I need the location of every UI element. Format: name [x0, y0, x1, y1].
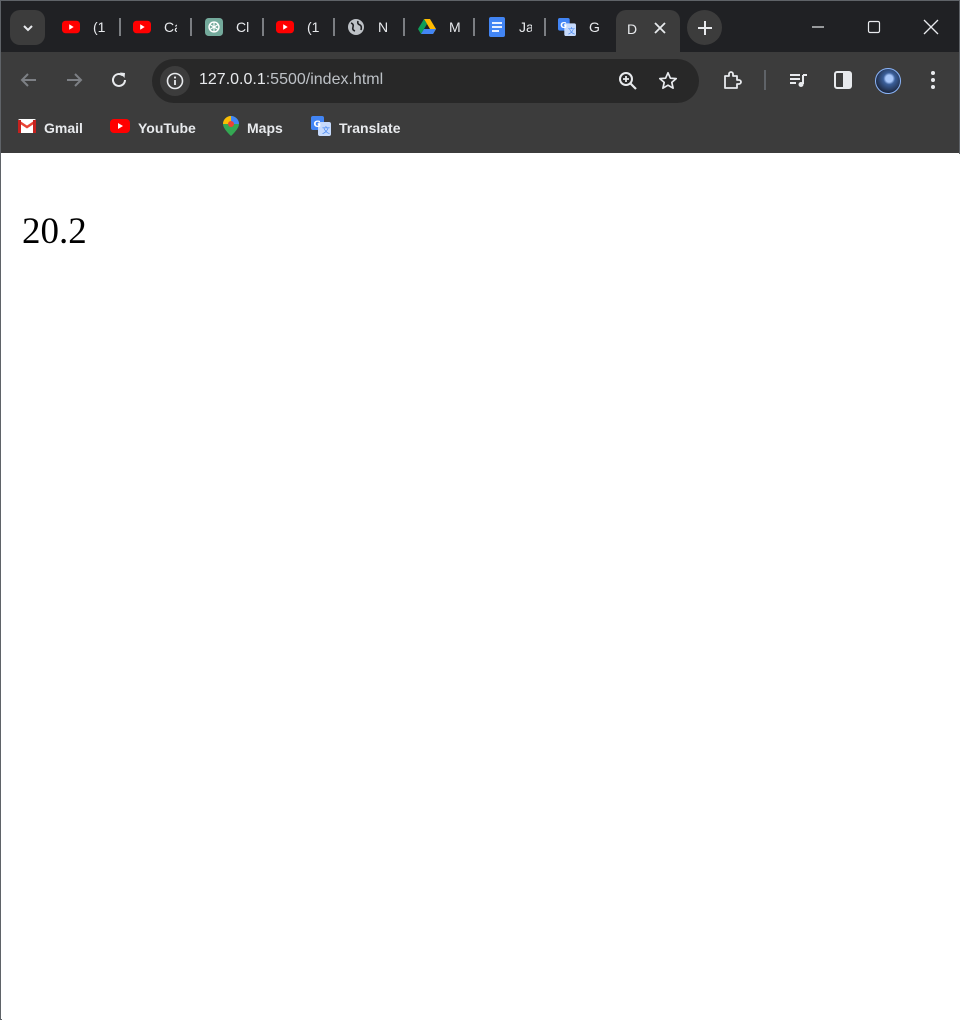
gmail-icon [17, 118, 37, 138]
youtube-icon [62, 18, 80, 36]
maximize-button[interactable] [856, 9, 892, 45]
tab-title: D [627, 21, 638, 37]
tab-title: Cl [236, 19, 249, 35]
tab-separator [544, 18, 546, 36]
svg-text:G: G [314, 120, 321, 130]
tab-separator [190, 18, 192, 36]
plus-icon [697, 20, 712, 35]
new-tab-button[interactable] [687, 10, 722, 45]
tab-title: N [378, 19, 389, 35]
tab-title: (1 [93, 19, 106, 35]
bookmark-label: YouTube [138, 120, 196, 136]
tab-globe[interactable]: N [347, 13, 391, 41]
page-content: 20.2 [2, 154, 960, 1020]
browser-toolbar: 127.0.0.1:5500/index.html [1, 52, 959, 107]
back-button[interactable] [12, 63, 46, 97]
google-translate-icon: G文 [558, 18, 576, 36]
url-path: :5500/index.html [265, 71, 384, 88]
forward-button[interactable] [57, 63, 91, 97]
reload-button[interactable] [102, 63, 136, 97]
google-docs-icon [488, 17, 506, 37]
chatgpt-icon [205, 18, 223, 36]
playlist-music-icon [790, 74, 807, 87]
bookmark-star-button[interactable] [651, 64, 685, 98]
svg-text:文: 文 [568, 26, 575, 35]
maps-icon [223, 115, 239, 141]
tab-title: G [589, 19, 600, 35]
tab-title: (1 [307, 19, 320, 35]
bookmark-gmail[interactable]: Gmail [17, 117, 83, 139]
tab-youtube-2[interactable]: Ca [133, 13, 177, 41]
url-text[interactable]: 127.0.0.1:5500/index.html [199, 71, 383, 89]
side-panel-icon [834, 71, 852, 89]
globe-icon [347, 18, 365, 36]
bookmark-label: Maps [247, 120, 283, 136]
tab-separator [119, 18, 121, 36]
youtube-icon [110, 118, 130, 138]
bookmarks-bar: Gmail YouTube Maps G文 Translate [1, 107, 959, 153]
svg-text:G: G [560, 20, 567, 30]
address-bar[interactable]: 127.0.0.1:5500/index.html [152, 59, 699, 103]
tab-separator [333, 18, 335, 36]
minimize-button[interactable] [800, 9, 836, 45]
youtube-icon [133, 18, 151, 36]
more-vertical-icon [931, 71, 935, 89]
tab-google-drive[interactable]: M [418, 13, 462, 41]
minimize-icon [812, 26, 824, 28]
close-window-button[interactable] [913, 9, 949, 45]
tab-separator [403, 18, 405, 36]
extensions-button[interactable] [715, 63, 749, 97]
tab-title: Ca [164, 19, 177, 35]
maximize-icon [867, 20, 881, 34]
active-tab[interactable]: D [616, 10, 680, 52]
info-icon [166, 72, 184, 90]
tab-separator [262, 18, 264, 36]
bookmark-label: Translate [339, 120, 401, 136]
zoom-in-icon [619, 72, 637, 90]
url-host: 127.0.0.1 [199, 71, 266, 88]
star-icon [658, 71, 678, 90]
google-translate-icon: G文 [311, 115, 331, 141]
tab-search-button[interactable] [10, 10, 45, 45]
tab-title: Ja [519, 19, 532, 35]
reload-icon [112, 72, 126, 87]
result-value: 20.2 [22, 211, 87, 252]
chevron-down-icon [22, 24, 33, 31]
media-controls-button[interactable] [781, 63, 815, 97]
toolbar-separator [764, 70, 766, 90]
bookmark-label: Gmail [44, 120, 83, 136]
google-drive-icon [418, 18, 436, 36]
bookmark-maps[interactable]: Maps [223, 115, 283, 141]
arrow-left-icon [20, 73, 36, 87]
puzzle-icon [724, 71, 742, 89]
tab-title: M [449, 19, 461, 35]
browser-window: (1 Ca Cl (1 N [0, 0, 960, 1020]
zoom-button[interactable] [611, 64, 645, 98]
svg-text:文: 文 [322, 125, 330, 135]
side-panel-button[interactable] [826, 63, 860, 97]
tab-chatgpt[interactable]: Cl [205, 13, 249, 41]
close-icon [923, 19, 939, 35]
tab-youtube-1[interactable]: (1 [62, 13, 106, 41]
arrow-right-icon [67, 73, 83, 87]
youtube-icon [276, 18, 294, 36]
tab-google-docs[interactable]: Ja [488, 13, 532, 41]
bookmark-youtube[interactable]: YouTube [110, 117, 196, 139]
site-info-button[interactable] [160, 66, 190, 96]
tab-strip: (1 Ca Cl (1 N [1, 1, 959, 52]
tab-separator [473, 18, 475, 36]
tab-google-translate[interactable]: G文 G [558, 13, 602, 41]
tab-youtube-3[interactable]: (1 [276, 13, 320, 41]
profile-avatar[interactable] [875, 68, 901, 94]
menu-button[interactable] [916, 63, 950, 97]
close-tab-icon[interactable] [651, 19, 669, 37]
bookmark-translate[interactable]: G文 Translate [311, 115, 401, 141]
